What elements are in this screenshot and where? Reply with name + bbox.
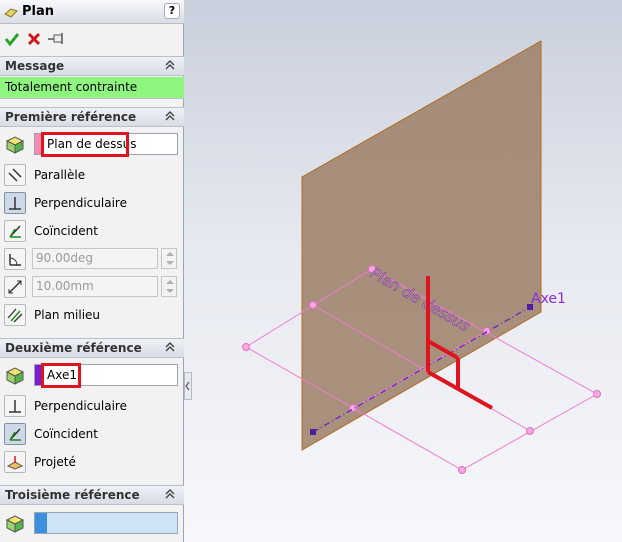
angle-spinner[interactable] — [161, 248, 177, 269]
perpendicular-icon — [9, 197, 21, 210]
collapse-icon[interactable] — [164, 110, 176, 122]
projected-label: Projeté — [34, 455, 76, 469]
message-header[interactable]: Message — [0, 56, 184, 76]
projected-icon — [7, 456, 23, 470]
third-ref-selection-box[interactable] — [34, 512, 178, 534]
handle — [593, 390, 601, 398]
collapse-icon[interactable] — [164, 488, 176, 500]
distance-button[interactable] — [4, 276, 26, 298]
second-perpendicular-label: Perpendiculaire — [34, 399, 127, 413]
second-ref-header-label: Deuxième référence — [5, 341, 142, 355]
second-coincident-button[interactable] — [4, 423, 26, 445]
highlight-box — [41, 132, 129, 157]
property-manager: Plan ? Message Totalement contrainte Pre… — [0, 0, 184, 542]
parallel-icon — [8, 168, 22, 182]
handle — [526, 427, 534, 435]
third-ref-header-label: Troisième référence — [5, 488, 140, 502]
coincident-icon — [9, 225, 21, 238]
help-button[interactable]: ? — [164, 3, 180, 19]
coincident-label: Coïncident — [34, 224, 98, 238]
highlight-box — [41, 363, 81, 388]
cancel-button[interactable] — [24, 29, 44, 49]
title-bar: Plan ? — [0, 0, 184, 24]
chevron-left-icon — [185, 381, 190, 391]
second-coincident-label: Coïncident — [34, 427, 98, 441]
pin-button[interactable] — [46, 29, 66, 49]
parallel-row: Parallèle — [4, 163, 180, 187]
perpendicular-row: Perpendiculaire — [4, 191, 180, 215]
perpendicular-button[interactable] — [4, 192, 26, 214]
angle-icon — [9, 254, 21, 266]
collapse-icon[interactable] — [164, 59, 176, 71]
handle — [309, 301, 317, 309]
pushpin-icon — [48, 33, 63, 44]
x-icon — [27, 32, 41, 46]
second-perpendicular-button[interactable] — [4, 395, 26, 417]
second-perpendicular-row: Perpendiculaire — [4, 394, 180, 418]
parallel-label: Parallèle — [34, 168, 86, 182]
first-ref-header[interactable]: Première référence — [0, 107, 184, 127]
axis-end-marker — [310, 429, 316, 435]
parallel-button[interactable] — [4, 164, 26, 186]
mid-plane-icon — [7, 308, 23, 323]
second-ref-header[interactable]: Deuxième référence — [0, 338, 184, 358]
perpendicular-label: Perpendiculaire — [34, 196, 127, 210]
projected-button[interactable] — [4, 451, 26, 473]
plane-icon — [4, 7, 18, 18]
coincident-icon — [9, 428, 21, 441]
title: Plan — [22, 4, 55, 19]
distance-spinner[interactable] — [161, 276, 177, 297]
selection-color-swatch — [35, 513, 47, 533]
message-text: Totalement contrainte — [0, 77, 184, 99]
perpendicular-icon — [9, 400, 21, 413]
mid-plane-label: Plan milieu — [34, 308, 101, 322]
mid-plane-row: Plan milieu — [4, 303, 180, 327]
cube-icon — [5, 367, 25, 385]
third-ref-header[interactable]: Troisième référence — [0, 485, 184, 505]
projected-row: Projeté — [4, 450, 180, 474]
second-coincident-row: Coïncident — [4, 422, 180, 446]
cube-icon — [5, 515, 25, 533]
checkmark-icon — [4, 33, 20, 47]
handle — [458, 466, 466, 474]
cube-icon — [5, 136, 25, 154]
action-bar — [0, 26, 184, 52]
distance-input[interactable]: 10.00mm — [32, 276, 158, 297]
new-plane-preview — [301, 40, 542, 451]
coincident-row: Coïncident — [4, 219, 180, 243]
mid-plane-button[interactable] — [4, 304, 26, 326]
distance-icon — [8, 280, 22, 294]
handle — [242, 343, 250, 351]
coincident-button[interactable] — [4, 220, 26, 242]
axis-label: Axe1 — [531, 291, 566, 307]
first-ref-header-label: Première référence — [5, 110, 137, 124]
panel-splitter[interactable] — [184, 372, 192, 400]
ok-button[interactable] — [2, 29, 22, 49]
collapse-icon[interactable] — [164, 341, 176, 353]
message-header-label: Message — [5, 59, 65, 73]
angle-input[interactable]: 90.00deg — [32, 248, 158, 269]
angle-button[interactable] — [4, 248, 26, 270]
